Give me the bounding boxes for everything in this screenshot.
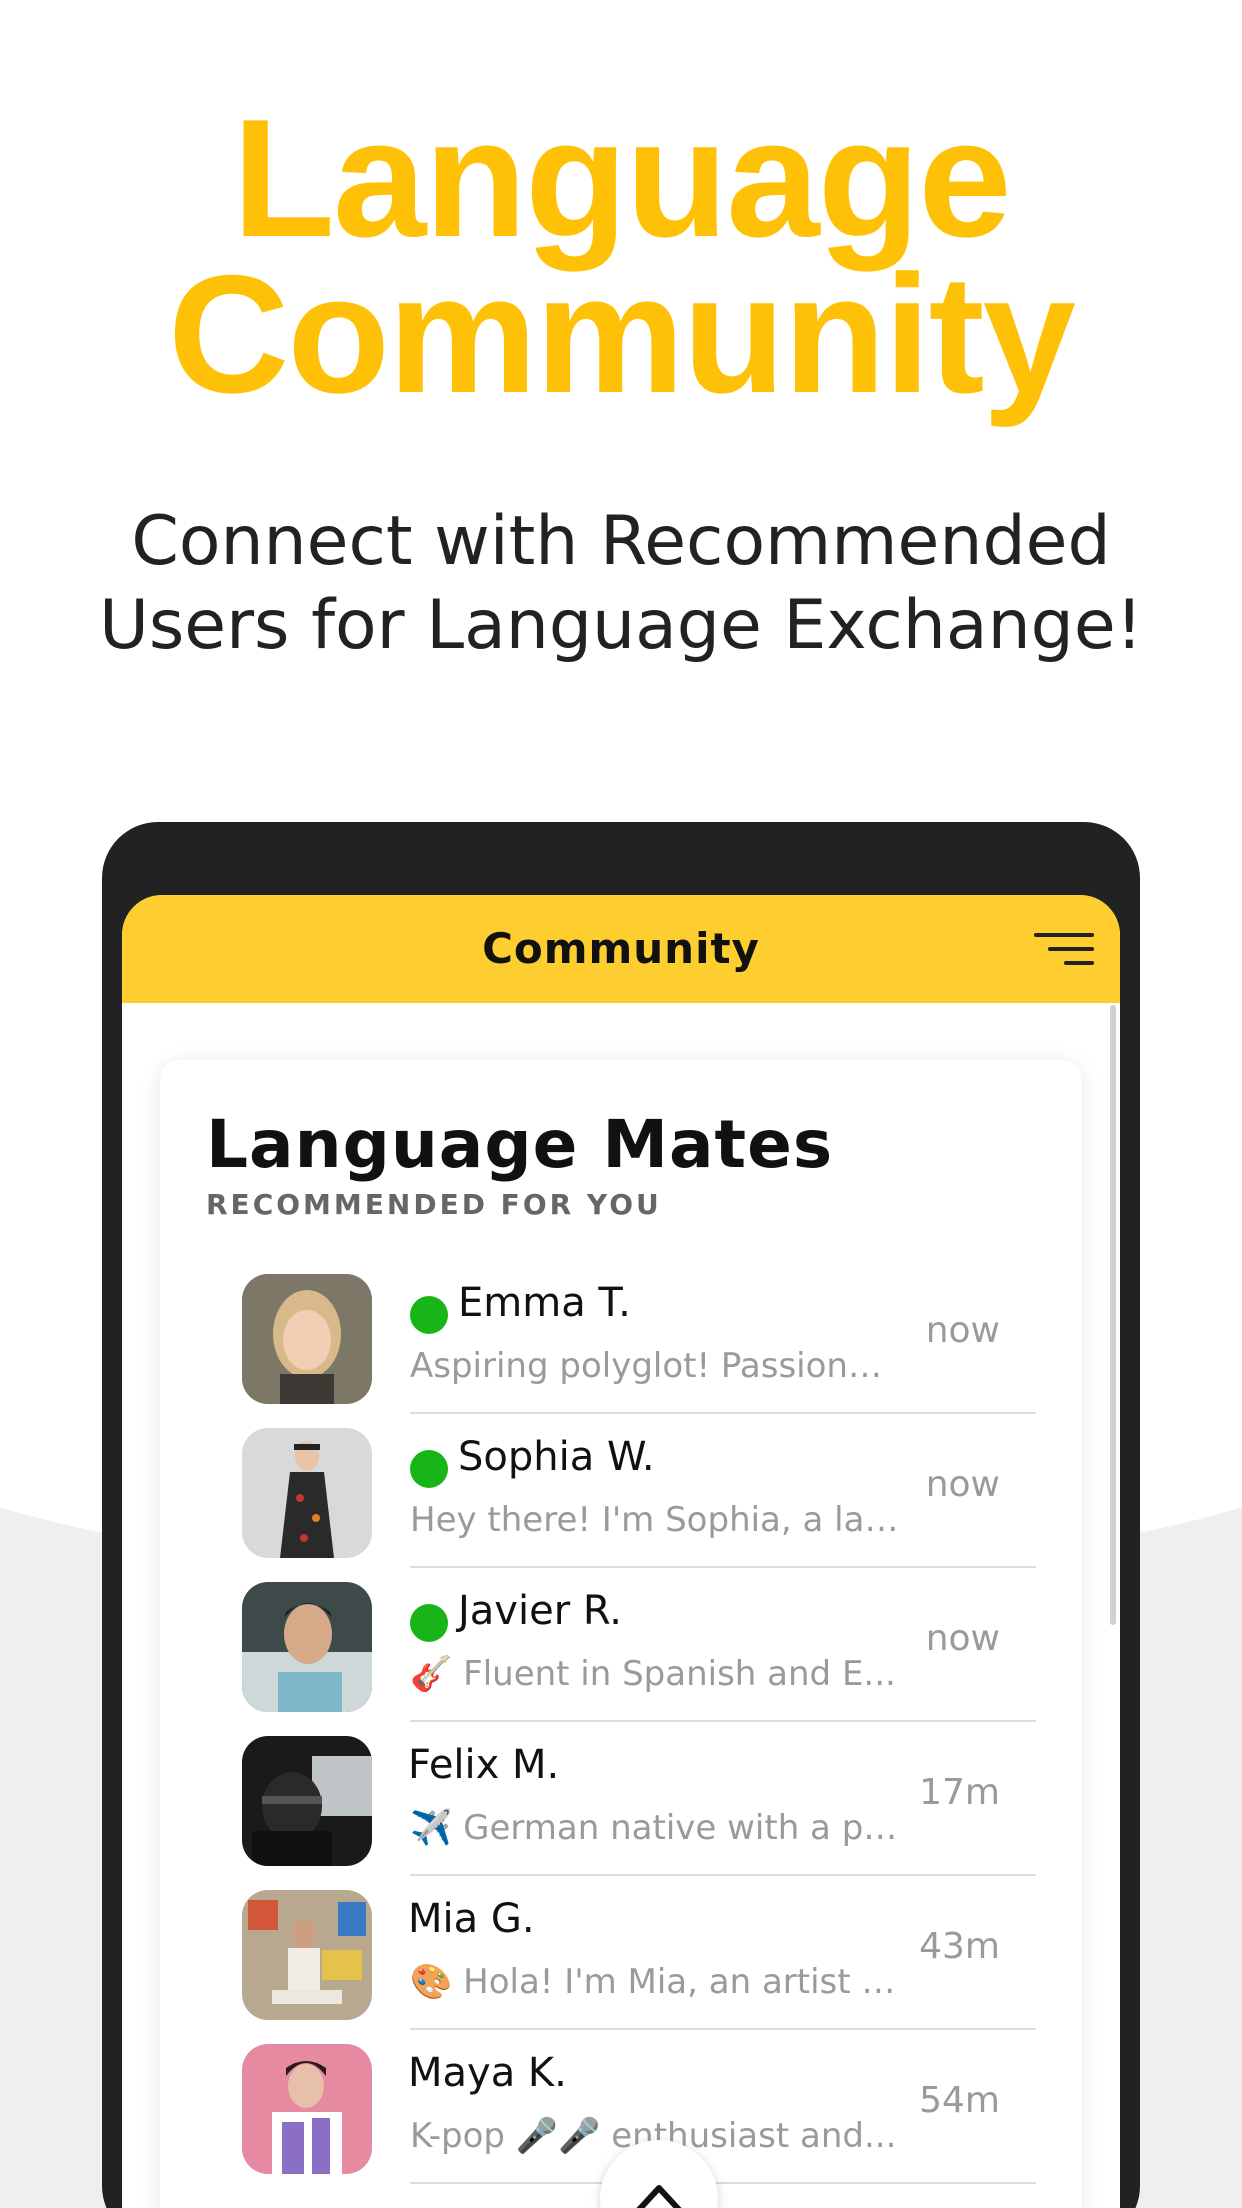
avatar[interactable] [242, 2044, 372, 2174]
user-name: Felix M. [408, 1742, 560, 1788]
phone-screen: Community Language Mates RECOMMENDED FOR… [122, 895, 1120, 2208]
user-bio: 🎸 Fluent in Spanish and E... [410, 1654, 896, 1694]
user-row[interactable]: Felix M. ✈️ German native with a pa... 1… [160, 1722, 1082, 1876]
promo-subhead: Connect with Recommended Users for Langu… [0, 500, 1242, 668]
subhead-line-1: Connect with Recommended [131, 502, 1111, 581]
chevron-up-icon [636, 2185, 682, 2208]
user-name: Mia G. [408, 1896, 535, 1942]
online-indicator [410, 1296, 448, 1334]
headline-line-1: Language [232, 84, 1011, 272]
filter-icon[interactable] [1034, 933, 1094, 969]
avatar[interactable] [242, 1736, 372, 1866]
divider [410, 2182, 1036, 2184]
subhead-line-2: Users for Language Exchange! [99, 586, 1143, 665]
app-bar-title: Community [482, 924, 760, 973]
user-bio: ✈️ German native with a pa... [410, 1808, 900, 1848]
user-bio: Aspiring polyglot! Passionat... [410, 1346, 900, 1386]
avatar[interactable] [242, 1428, 372, 1558]
online-indicator [410, 1450, 448, 1488]
promo-headline: Language Community [0, 84, 1242, 428]
user-row[interactable]: Javier R. 🎸 Fluent in Spanish and E... n… [160, 1568, 1082, 1722]
last-active-time: 17m [919, 1772, 1000, 1813]
last-active-time: 54m [919, 2080, 1000, 2121]
headline-line-2: Community [168, 240, 1076, 428]
card-title: Language Mates [206, 1106, 834, 1183]
user-row[interactable]: Sophia W. Hey there! I'm Sophia, a lan..… [160, 1414, 1082, 1568]
avatar[interactable] [242, 1274, 372, 1404]
last-active-time: 43m [919, 1926, 1000, 1967]
language-mates-card: Language Mates RECOMMENDED FOR YOU Emma … [160, 1060, 1082, 2208]
last-active-time: now [925, 1618, 1000, 1659]
scrollbar[interactable] [1110, 1005, 1116, 1625]
online-indicator [410, 1604, 448, 1642]
user-name: Sophia W. [458, 1434, 655, 1480]
user-name: Maya K. [408, 2050, 567, 2096]
user-row[interactable]: Mia G. 🎨 Hola! I'm Mia, an artist a... 4… [160, 1876, 1082, 2030]
card-subtitle: RECOMMENDED FOR YOU [206, 1188, 662, 1221]
last-active-time: now [925, 1310, 1000, 1351]
app-bar: Community [122, 895, 1120, 1003]
user-bio: Hey there! I'm Sophia, a lan... [410, 1500, 900, 1540]
avatar[interactable] [242, 1582, 372, 1712]
user-bio: 🎨 Hola! I'm Mia, an artist a... [410, 1962, 900, 2002]
user-row[interactable]: Emma T. Aspiring polyglot! Passionat... … [160, 1260, 1082, 1414]
last-active-time: now [925, 1464, 1000, 1505]
avatar[interactable] [242, 1890, 372, 2020]
user-name: Javier R. [458, 1588, 622, 1634]
user-name: Emma T. [458, 1280, 631, 1326]
